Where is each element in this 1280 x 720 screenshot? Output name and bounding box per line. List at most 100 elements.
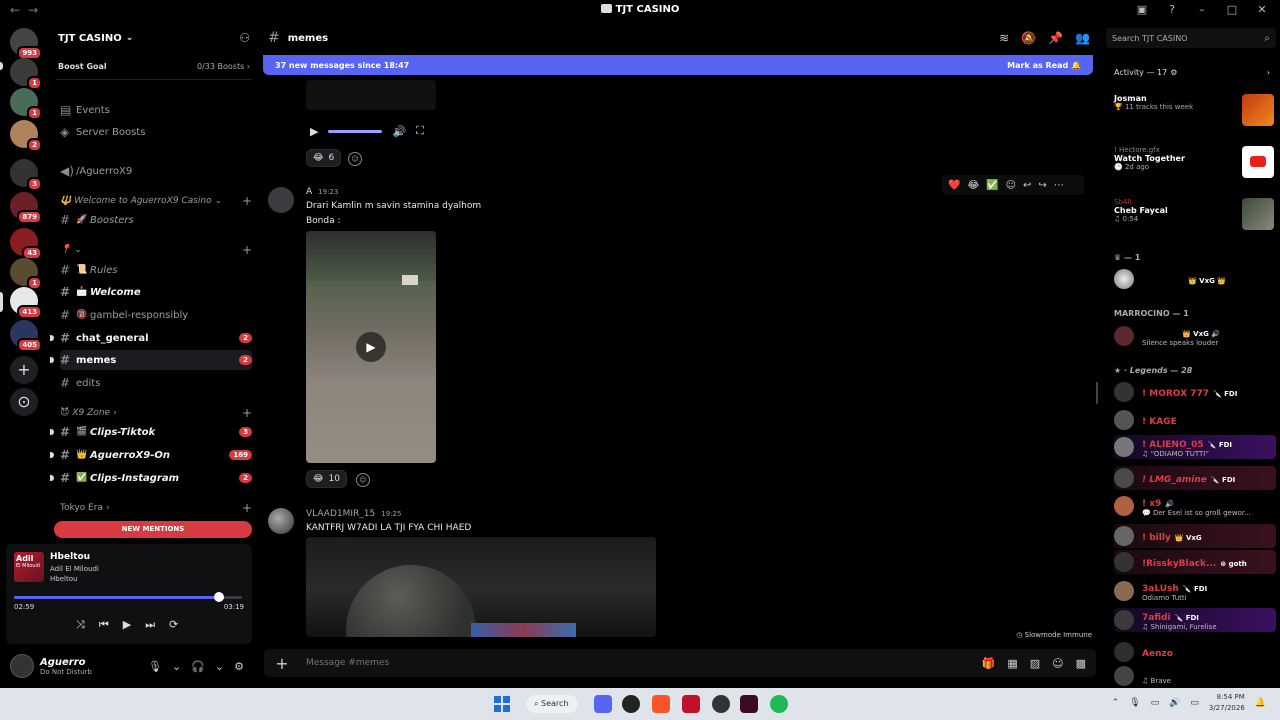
activity-card[interactable]: Josman 🏆 11 tracks this week	[1114, 94, 1274, 126]
channel-clips-instagram[interactable]: # ✅ Clips-Instagram 2	[50, 468, 252, 488]
member-item[interactable]: ! ALIENO_05 🔪 FDI ♫ “ODIAMO TUTTI”	[1114, 435, 1276, 459]
member-item[interactable]: 👑 VxG 🔊 Silence speaks louder	[1114, 324, 1276, 348]
activity-card[interactable]: Sb4ll Cheb Faycal ♫ 0:54	[1114, 198, 1274, 230]
brave-taskbar-icon[interactable]	[652, 695, 670, 713]
sticker-icon[interactable]: ▨	[1030, 657, 1040, 670]
channel-gambel-responsibly[interactable]: # 🔞 gambel-responsibly	[60, 305, 252, 325]
server-icon[interactable]: 1	[10, 258, 42, 290]
play-icon[interactable]: ▶	[310, 125, 318, 138]
video-attachment[interactable]	[306, 537, 656, 637]
add-channel-icon[interactable]: +	[242, 501, 252, 515]
battery-icon[interactable]: ▭	[1190, 698, 1199, 708]
acrobat-taskbar-icon[interactable]	[682, 695, 700, 713]
headphones-icon[interactable]: 🎧	[191, 660, 205, 673]
chevron-down-icon[interactable]: ⌄	[172, 660, 181, 673]
channel-welcome[interactable]: # 📩 Welcome	[60, 282, 252, 302]
username[interactable]: Aguerro	[40, 657, 92, 668]
help-icon[interactable]: ?	[1164, 3, 1180, 16]
member-item[interactable]: ! LMG_amine 🔪 FDI	[1114, 466, 1276, 490]
forward-icon[interactable]: ↪	[1038, 180, 1046, 191]
new-messages-banner[interactable]: 37 new messages since 18:47 Mark as Read…	[263, 55, 1093, 75]
song-artist[interactable]: Adil El Miloudi	[50, 565, 99, 573]
mark-as-read-button[interactable]: Mark as Read 🔔	[1007, 61, 1081, 70]
new-mentions-pill[interactable]: NEW MENTIONS	[54, 521, 252, 538]
progress-knob[interactable]	[214, 592, 225, 602]
boost-goal[interactable]: Boost Goal 0/33 Boosts ›	[58, 62, 250, 71]
server-folder[interactable]: 3	[10, 159, 42, 191]
windows-start-icon[interactable]	[494, 696, 510, 712]
app-taskbar-icon[interactable]	[712, 695, 730, 713]
member-item[interactable]: ! billy 👑 VxG	[1114, 524, 1276, 548]
pin-icon[interactable]: 📌	[1048, 31, 1063, 45]
emoji-icon[interactable]: ☺	[1052, 657, 1063, 670]
search-input[interactable]: Search TJT CASINO ⌕	[1106, 28, 1276, 48]
notification-icon[interactable]: 🔕	[1021, 31, 1036, 45]
apps-icon[interactable]: ▩	[1076, 657, 1086, 670]
activity-card[interactable]: ! Hectore.gfx Watch Together 🕑 2d ago	[1114, 146, 1274, 178]
server-icon-tjt-casino[interactable]: 413	[10, 287, 42, 319]
attach-icon[interactable]: +	[264, 654, 300, 673]
chevron-right-icon[interactable]: ›	[1267, 68, 1270, 77]
gif-icon[interactable]: ▦	[1007, 657, 1017, 670]
video-attachment[interactable]: ▶	[306, 231, 436, 463]
member-item[interactable]: 👑 VxG 👑	[1114, 267, 1276, 291]
volume-icon[interactable]: 🔊	[392, 125, 406, 138]
server-folder[interactable]: 879	[10, 192, 42, 224]
inbox-icon[interactable]: ▣	[1134, 3, 1150, 16]
progress-bar[interactable]	[14, 592, 242, 602]
member-item[interactable]: ♫ Brave	[1114, 666, 1276, 686]
previous-icon[interactable]: ⏮	[99, 618, 109, 632]
add-channel-icon[interactable]: +	[242, 194, 252, 208]
chevron-up-icon[interactable]: ⌃	[1112, 698, 1120, 708]
avatar[interactable]	[10, 654, 34, 678]
spotify-taskbar-icon[interactable]	[770, 695, 788, 713]
direct-messages-button[interactable]: 993	[10, 28, 42, 60]
add-channel-icon[interactable]: +	[242, 243, 252, 257]
github-taskbar-icon[interactable]	[622, 695, 640, 713]
channel-memes[interactable]: # memes 2	[50, 350, 252, 370]
chevron-down-icon[interactable]: ⌄	[215, 660, 224, 673]
guild-header[interactable]: TJT CASINO ⌄ ⚇	[48, 22, 260, 54]
discord-taskbar-icon[interactable]	[594, 695, 612, 713]
member-item[interactable]: 7afidi 🔪 FDI ♫ Shinigami, Furelise	[1114, 608, 1276, 632]
video-attachment[interactable]	[306, 80, 436, 110]
add-server-icon[interactable]: +	[10, 356, 38, 384]
channel-edits[interactable]: # edits	[60, 373, 252, 393]
member-item[interactable]: !RisskyBlack... ⊛ goth	[1114, 550, 1276, 574]
reply-icon[interactable]: ↩	[1023, 180, 1031, 191]
member-item[interactable]: Aenzo	[1114, 640, 1276, 664]
reaction-laugh[interactable]: 😂 10	[306, 470, 347, 488]
reaction-laugh[interactable]: 😂	[967, 180, 979, 191]
voice-channel[interactable]: ◀)/AguerroX9	[60, 161, 252, 181]
events-link[interactable]: ▤ Events	[60, 100, 252, 120]
network-icon[interactable]: ▭	[1151, 698, 1160, 708]
channel-rules[interactable]: # 📜 Rules	[60, 260, 252, 280]
category-welcome[interactable]: 🔱 Welcome to AguerroX9 Casino ⌄ +	[60, 193, 252, 209]
member-item[interactable]: ! x9 🔊 💬 Der Esel ist so groß gewor...	[1114, 494, 1276, 518]
server-icon[interactable]: 1	[10, 58, 42, 90]
server-boosts-link[interactable]: ◈ Server Boosts	[60, 122, 252, 142]
song-title[interactable]: Hbeltou	[50, 552, 90, 562]
taskbar-search[interactable]: ⌕ Search	[526, 695, 578, 713]
add-reaction-icon[interactable]: ☺	[348, 152, 362, 166]
gear-icon[interactable]: ⚙	[234, 660, 244, 673]
activity-header[interactable]: Activity — 17 ⚙ ›	[1114, 68, 1270, 77]
server-icon[interactable]: 43	[10, 228, 42, 260]
play-icon[interactable]: ▶	[356, 332, 386, 362]
microphone-icon[interactable]: 🎙	[148, 660, 162, 673]
message-author[interactable]: A	[306, 187, 312, 197]
app-taskbar-icon[interactable]	[740, 695, 758, 713]
volume-icon[interactable]: 🔊	[1169, 698, 1180, 708]
server-folder[interactable]: 405	[10, 320, 42, 352]
invite-icon[interactable]: ⚇	[239, 31, 250, 45]
next-icon[interactable]: ⏭	[145, 618, 155, 632]
threads-icon[interactable]: ≋	[999, 31, 1009, 45]
minimize-icon[interactable]: –	[1194, 3, 1210, 16]
member-item[interactable]: ! MOROX 777 🔪 FDI	[1114, 380, 1276, 404]
clock[interactable]: 8:54 PM 3/27/2026	[1209, 692, 1245, 714]
member-item[interactable]: ! KAGE	[1114, 408, 1276, 432]
gift-icon[interactable]: 🎁	[982, 657, 996, 670]
reaction-heart[interactable]: ❤️	[948, 180, 960, 191]
channel-boosters[interactable]: # 🚀 Boosters	[60, 210, 252, 230]
notifications-icon[interactable]: 🔔	[1255, 698, 1266, 708]
